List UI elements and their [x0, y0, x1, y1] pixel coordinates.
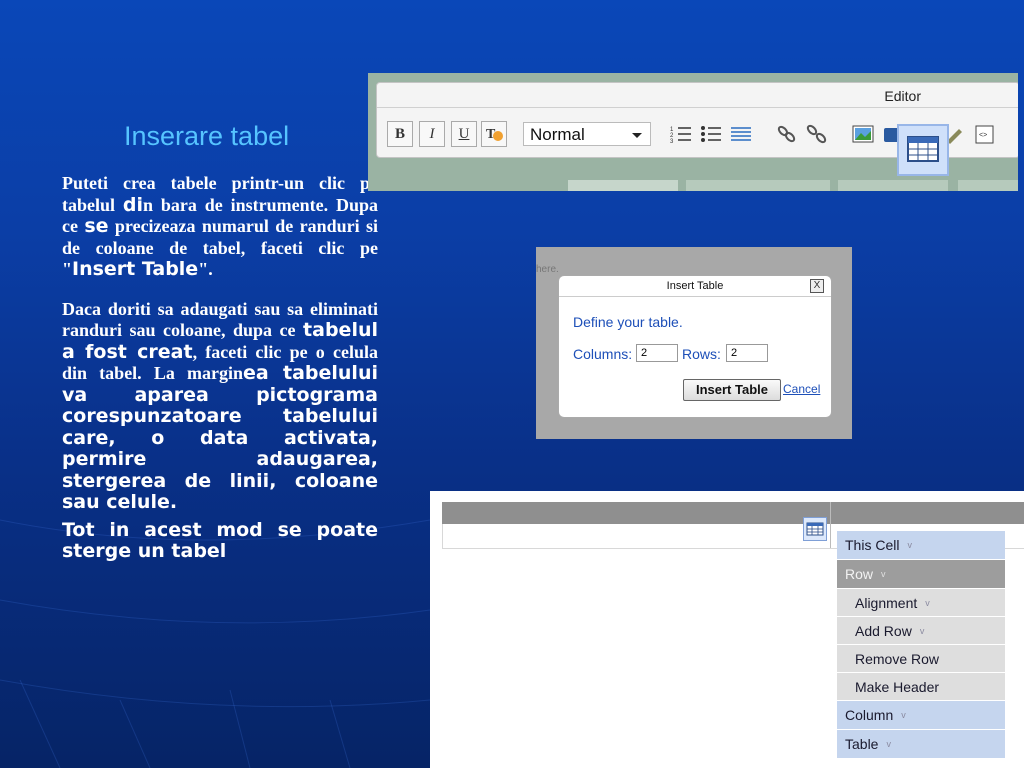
close-icon[interactable]: X — [810, 279, 824, 293]
rows-label: Rows: — [682, 346, 721, 362]
unlink-icon[interactable] — [805, 123, 829, 145]
paste-format-icon: T — [486, 127, 503, 142]
table-options-button[interactable] — [803, 517, 827, 541]
bullet-list-icon[interactable] — [699, 123, 723, 145]
background-text: here. — [536, 264, 559, 275]
table-context-menu: This Cell v Row v Alignment v Add Row v Remo… — [837, 531, 1005, 759]
paragraph-create-table: Puteti crea tabele printr-un clic pe tab… — [62, 173, 378, 280]
chevron-down-icon: v — [901, 710, 906, 720]
editor-tab — [686, 180, 830, 191]
menu-item-make-header[interactable]: Make Header — [837, 673, 1005, 701]
menu-item-alignment[interactable]: Alignment v — [837, 589, 1005, 617]
chevron-down-icon: v — [886, 739, 891, 749]
menu-item-remove-row[interactable]: Remove Row — [837, 645, 1005, 673]
rows-input[interactable] — [726, 344, 768, 362]
insert-table-button[interactable] — [897, 124, 949, 176]
table-column-divider — [830, 502, 831, 548]
editor-tab — [958, 180, 1018, 191]
bold-button[interactable]: B — [387, 121, 413, 147]
menu-item-add-row[interactable]: Add Row v — [837, 617, 1005, 645]
table-icon — [806, 522, 824, 536]
indent-icon[interactable] — [729, 123, 753, 145]
chevron-down-icon: v — [925, 598, 930, 608]
columns-label: Columns: — [573, 346, 633, 362]
menu-item-this-cell[interactable]: This Cell v — [837, 531, 1005, 560]
columns-input[interactable] — [636, 344, 678, 362]
menu-item-column[interactable]: Column v — [837, 701, 1005, 730]
editor-tab-strip — [368, 180, 1018, 191]
dialog-screenshot: here. Insert Table X Define your table. … — [536, 247, 852, 439]
chevron-down-icon: v — [907, 540, 912, 550]
chevron-down-icon — [632, 133, 642, 138]
chevron-down-icon: v — [919, 626, 925, 636]
italic-button[interactable]: I — [419, 121, 445, 147]
svg-text:3: 3 — [670, 139, 674, 145]
paragraph-delete-table: Tot in acest mod se poate sterge un tabe… — [62, 518, 378, 562]
image-icon[interactable] — [851, 123, 875, 145]
table-icon — [907, 136, 939, 162]
dialog-title: Insert Table — [559, 276, 831, 297]
slide-body: Puteti crea tabele printr-un clic pe tab… — [62, 173, 378, 563]
svg-text:<>: <> — [979, 132, 987, 139]
link-icon[interactable] — [775, 123, 799, 145]
editor-tab — [568, 180, 678, 191]
cell-menu-screenshot: This Cell v Row v Alignment v Add Row v Remo… — [430, 491, 1024, 768]
slide-title: Inserare tabel — [124, 121, 290, 151]
insert-table-confirm-button[interactable]: Insert Table — [683, 379, 781, 401]
format-select[interactable]: Normal — [523, 122, 651, 146]
chevron-down-icon: v — [881, 569, 886, 579]
cancel-link[interactable]: Cancel — [783, 382, 820, 396]
source-icon[interactable]: <> — [973, 123, 997, 145]
paste-format-button[interactable]: T — [481, 121, 507, 147]
editor-tab — [838, 180, 948, 191]
underline-button[interactable]: U — [451, 121, 477, 147]
menu-item-table[interactable]: Table v — [837, 730, 1005, 759]
paragraph-edit-table: Daca doriti sa adaugati sau sa eliminati… — [62, 298, 378, 513]
menu-item-row[interactable]: Row v — [837, 560, 1005, 589]
table-header-row — [442, 502, 1024, 524]
insert-table-dialog: Insert Table X Define your table. Column… — [558, 275, 832, 418]
editor-title: Editor — [884, 88, 921, 104]
table-border — [442, 524, 443, 548]
dialog-prompt: Define your table. — [573, 314, 683, 330]
numbered-list-icon[interactable]: 123 — [669, 123, 693, 145]
divider — [377, 107, 1018, 108]
